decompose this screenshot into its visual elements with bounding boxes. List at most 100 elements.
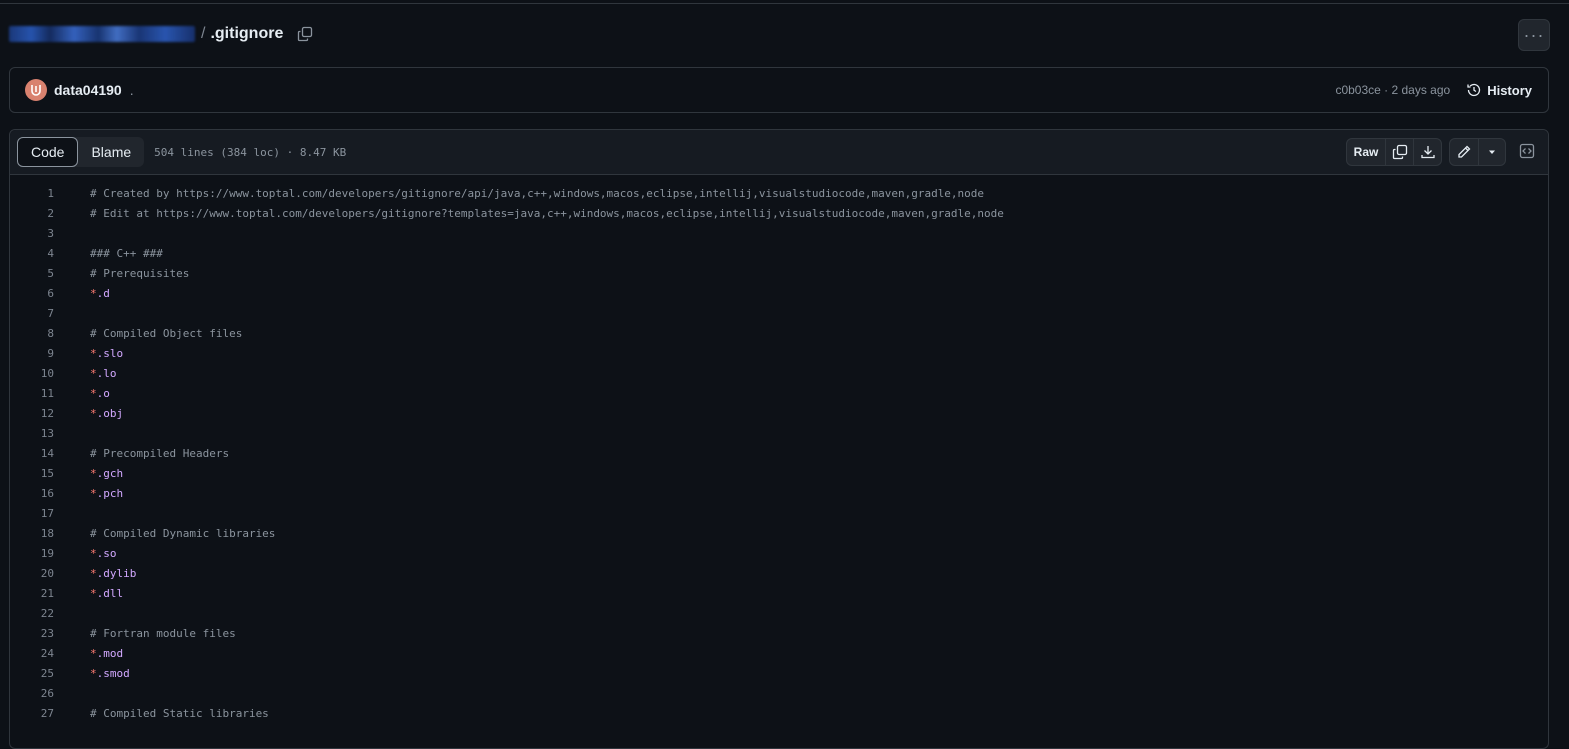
more-options-button[interactable]: ··· — [1518, 19, 1550, 51]
line-text: *.mod — [90, 647, 123, 660]
line-text: # Created by https://www.toptal.com/deve… — [90, 186, 985, 200]
line-number[interactable]: 3 — [10, 227, 54, 240]
line-text: *.slo — [90, 347, 123, 360]
commit-message[interactable]: . — [130, 82, 134, 98]
download-icon — [1420, 146, 1435, 159]
download-button[interactable] — [1414, 139, 1441, 165]
pattern-token: .obj — [96, 406, 124, 420]
code-line: 26 — [10, 683, 1548, 703]
code-line: 10 *.lo — [10, 363, 1548, 383]
line-number[interactable]: 7 — [10, 307, 54, 320]
wildcard-token: * — [90, 466, 97, 480]
tab-blame[interactable]: Blame — [78, 137, 144, 167]
line-text: *.dll — [90, 587, 123, 600]
line-number[interactable]: 5 — [10, 267, 54, 280]
line-number[interactable]: 18 — [10, 527, 54, 540]
tab-code[interactable]: Code — [17, 137, 79, 167]
line-text: *.so — [90, 547, 117, 560]
line-number[interactable]: 13 — [10, 427, 54, 440]
wildcard-token: * — [90, 286, 97, 300]
line-number[interactable]: 14 — [10, 447, 54, 460]
wildcard-token: * — [90, 386, 97, 400]
code-line: 11 *.o — [10, 383, 1548, 403]
pattern-token: .d — [96, 286, 110, 300]
raw-label: Raw — [1353, 145, 1379, 159]
line-number[interactable]: 24 — [10, 647, 54, 660]
line-number[interactable]: 22 — [10, 607, 54, 620]
line-text: *.o — [90, 387, 110, 400]
history-button[interactable]: History — [1466, 82, 1532, 98]
line-number[interactable]: 27 — [10, 707, 54, 720]
copy-path-icon[interactable] — [296, 25, 314, 43]
line-number[interactable]: 26 — [10, 687, 54, 700]
file-actions-group: Raw — [1346, 138, 1442, 166]
line-number[interactable]: 8 — [10, 327, 54, 340]
file-name: .gitignore — [210, 25, 284, 42]
pattern-token: .pch — [96, 486, 124, 500]
line-number[interactable]: 17 — [10, 507, 54, 520]
top-divider — [0, 0, 1569, 4]
code-line: 24 *.mod — [10, 643, 1548, 663]
line-text: *.smod — [90, 667, 130, 680]
edit-button[interactable] — [1450, 139, 1479, 165]
line-text: *.pch — [90, 487, 123, 500]
pattern-token: .dylib — [96, 566, 137, 580]
pattern-token: .lo — [96, 366, 117, 380]
line-number[interactable]: 10 — [10, 367, 54, 380]
pencil-icon — [1458, 145, 1471, 158]
code-line: 15 *.gch — [10, 463, 1548, 483]
line-number[interactable]: 23 — [10, 627, 54, 640]
line-text: *.dylib — [90, 567, 136, 580]
line-number[interactable]: 9 — [10, 347, 54, 360]
code-line: 23 # Fortran module files — [10, 623, 1548, 643]
line-number[interactable]: 20 — [10, 567, 54, 580]
line-number[interactable]: 4 — [10, 247, 54, 260]
pattern-token: .o — [96, 386, 110, 400]
symbols-panel-button[interactable] — [1516, 140, 1538, 162]
code-line: 5 # Prerequisites — [10, 263, 1548, 283]
raw-button[interactable]: Raw — [1347, 139, 1386, 165]
code-line: 9 *.slo — [10, 343, 1548, 363]
line-number[interactable]: 19 — [10, 547, 54, 560]
wildcard-token: * — [90, 566, 97, 580]
line-text: # Edit at https://www.toptal.com/develop… — [90, 206, 1004, 220]
code-line: 7 — [10, 303, 1548, 323]
line-number[interactable]: 12 — [10, 407, 54, 420]
commit-meta[interactable]: c0b03ce · 2 days ago — [1335, 83, 1450, 97]
line-text: # Compiled Dynamic libraries — [90, 526, 276, 540]
code-line: 21 *.dll — [10, 583, 1548, 603]
line-text: # Compiled Object files — [90, 326, 243, 340]
code-line: 22 — [10, 603, 1548, 623]
wildcard-token: * — [90, 486, 97, 500]
line-text: *.gch — [90, 467, 123, 480]
line-number[interactable]: 25 — [10, 667, 54, 680]
line-number[interactable]: 6 — [10, 287, 54, 300]
code-line: 1 # Created by https://www.toptal.com/dev… — [10, 183, 1548, 203]
line-number[interactable]: 15 — [10, 467, 54, 480]
history-icon — [1467, 83, 1481, 97]
line-text: # Precompiled Headers — [90, 446, 230, 460]
copy-raw-button[interactable] — [1386, 139, 1414, 165]
code-line: 20 *.dylib — [10, 563, 1548, 583]
edit-dropdown-button[interactable] — [1479, 139, 1505, 165]
wildcard-token: * — [90, 366, 97, 380]
line-number[interactable]: 16 — [10, 487, 54, 500]
kebab-icon: ··· — [1523, 24, 1545, 45]
line-text: # Fortran module files — [90, 626, 236, 640]
code-square-icon — [1519, 143, 1535, 159]
line-number[interactable]: 11 — [10, 387, 54, 400]
line-number[interactable]: 2 — [10, 207, 54, 220]
line-number[interactable]: 21 — [10, 587, 54, 600]
wildcard-token: * — [90, 666, 97, 680]
file-viewer: Code Blame 504 lines (384 loc) · 8.47 KB… — [9, 129, 1549, 749]
code-line: 12 *.obj — [10, 403, 1548, 423]
commit-author[interactable]: data04190 — [54, 82, 122, 98]
pattern-token: .so — [96, 546, 117, 560]
line-text: *.lo — [90, 367, 117, 380]
repo-name-redacted[interactable] — [9, 26, 195, 42]
line-text: ### C++ ### — [90, 246, 163, 260]
line-number[interactable]: 1 — [10, 187, 54, 200]
code-line: 2 # Edit at https://www.toptal.com/develo… — [10, 203, 1548, 223]
file-info: 504 lines (384 loc) · 8.47 KB — [154, 145, 347, 159]
avatar[interactable] — [25, 79, 47, 101]
